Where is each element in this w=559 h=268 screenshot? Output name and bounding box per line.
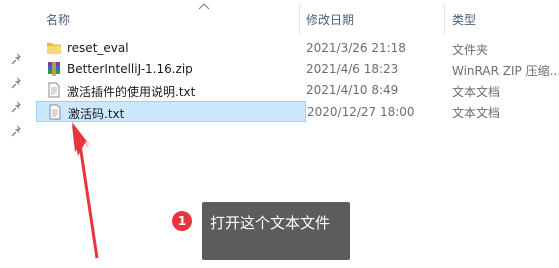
column-header-modified[interactable]: 修改日期 [306,11,354,28]
file-type: 文本文档 [452,85,501,99]
pin-icon[interactable] [10,100,24,114]
file-type: 文件夹 [452,43,489,57]
file-name: 激活码.txt [68,107,125,121]
file-modified-date: 2021/3/26 21:18 [306,41,406,55]
pin-icon[interactable] [10,124,24,138]
file-modified-date: 2021/4/6 18:23 [306,62,399,76]
file-row[interactable]: BetterIntelliJ-1.16.zip 2021/4/6 18:23 W… [36,59,559,80]
quick-access-pins [0,0,36,268]
step-badge: 1 [172,211,192,231]
text-file-icon [48,82,60,98]
pin-icon[interactable] [10,76,24,90]
column-divider[interactable] [299,4,300,34]
file-name: BetterIntelliJ-1.16.zip [67,62,193,76]
file-name: 激活插件的使用说明.txt [67,85,196,99]
folder-icon [47,43,61,54]
file-type: WinRAR ZIP 压缩... [452,64,559,78]
file-type: 文本文档 [452,106,501,120]
column-header-type[interactable]: 类型 [452,11,476,28]
file-name: reset_eval [67,41,129,55]
instruction-callout: 打开这个文本文件 [202,202,350,260]
arrow-head-icon [72,122,92,156]
text-file-icon [49,104,61,120]
file-row[interactable]: reset_eval 2021/3/26 21:18 文件夹 [36,38,559,59]
file-row-selected[interactable]: 激活码.txt 2020/12/27 18:00 [36,101,415,122]
pin-icon[interactable] [10,52,24,66]
winrar-archive-icon [48,62,60,76]
column-divider[interactable] [444,4,445,34]
sort-ascending-icon [198,3,210,10]
column-header-name[interactable]: 名称 [46,11,70,28]
file-modified-date: 2021/4/10 8:49 [306,83,399,97]
file-list-header: 名称 修改日期 类型 [36,0,559,36]
callout-text: 打开这个文本文件 [210,214,331,232]
file-row[interactable]: 激活插件的使用说明.txt 2021/4/10 8:49 文本文档 [36,80,559,101]
file-modified-date: 2020/12/27 18:00 [307,105,415,119]
